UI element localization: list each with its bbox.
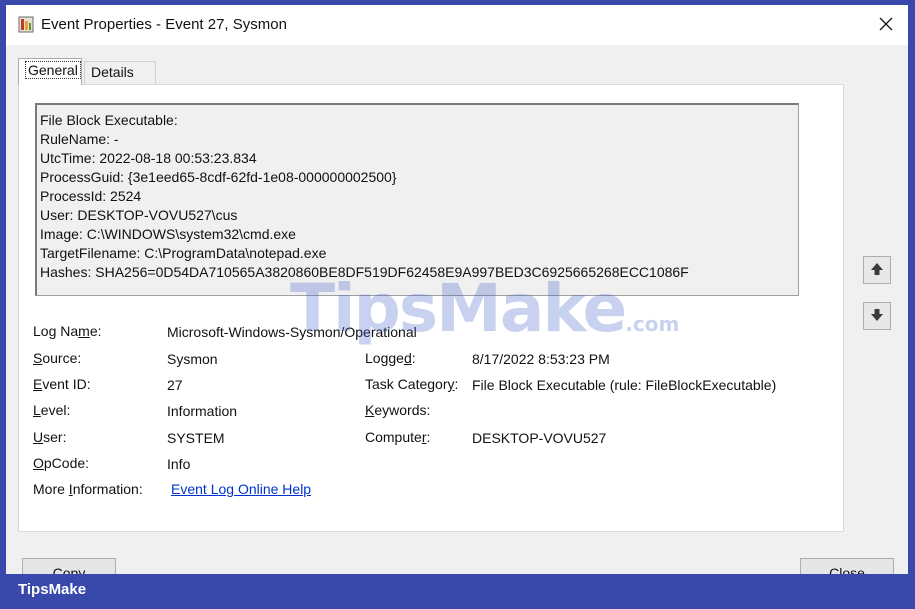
arrow-up-icon bbox=[869, 261, 885, 280]
description-line: ProcessId: 2524 bbox=[40, 188, 142, 204]
log-name-value: Microsoft-Windows-Sysmon/Operational bbox=[167, 324, 417, 340]
description-line: User: DESKTOP-VOVU527\cus bbox=[40, 207, 238, 223]
computer-value: DESKTOP-VOVU527 bbox=[472, 430, 607, 446]
user-label: User: bbox=[33, 429, 67, 445]
event-id-label: Event ID: bbox=[33, 376, 91, 392]
opcode-label: OpCode: bbox=[33, 455, 90, 471]
task-category-label: Task Category: bbox=[365, 376, 459, 392]
footer-brand: TipsMake bbox=[18, 581, 87, 598]
description-line: TargetFilename: C:\ProgramData\notepad.e… bbox=[40, 245, 327, 261]
description-line: UtcTime: 2022-08-18 00:53:23.834 bbox=[40, 150, 257, 166]
window-title: Event Properties - Event 27, Sysmon bbox=[41, 16, 287, 33]
next-event-button[interactable] bbox=[863, 302, 891, 330]
tab-general-label: General bbox=[25, 61, 81, 79]
event-id-value: 27 bbox=[167, 377, 183, 393]
opcode-value: Info bbox=[167, 456, 191, 472]
footer-bar: TipsMake bbox=[0, 574, 915, 609]
description-line: File Block Executable: bbox=[40, 112, 178, 128]
title-bar[interactable]: Event Properties - Event 27, Sysmon bbox=[6, 5, 908, 45]
level-value: Information bbox=[167, 403, 238, 419]
close-icon bbox=[879, 17, 893, 34]
event-description-box[interactable]: File Block Executable: RuleName: - UtcTi… bbox=[35, 103, 799, 296]
logged-value: 8/17/2022 8:53:23 PM bbox=[472, 351, 610, 367]
more-information-label: More Information: bbox=[33, 481, 143, 497]
keywords-label: Keywords: bbox=[365, 402, 431, 418]
task-category-value: File Block Executable (rule: FileBlockEx… bbox=[472, 377, 777, 393]
event-log-online-help-link[interactable]: Event Log Online Help bbox=[171, 481, 311, 497]
event-log-icon bbox=[18, 16, 34, 33]
description-line: Image: C:\WINDOWS\system32\cmd.exe bbox=[40, 226, 296, 242]
logged-label: Logged: bbox=[365, 350, 416, 366]
previous-event-button[interactable] bbox=[863, 256, 891, 284]
tab-details[interactable]: Details bbox=[84, 61, 156, 84]
tab-general[interactable]: General bbox=[18, 58, 82, 85]
log-name-label: Log Name: bbox=[33, 323, 102, 339]
description-line: RuleName: - bbox=[40, 131, 119, 147]
general-panel: File Block Executable: RuleName: - UtcTi… bbox=[18, 84, 844, 532]
arrow-down-icon bbox=[869, 307, 885, 326]
close-window-button[interactable] bbox=[864, 5, 908, 45]
tab-details-label: Details bbox=[91, 64, 134, 80]
user-value: SYSTEM bbox=[167, 430, 225, 446]
computer-label: Computer: bbox=[365, 429, 431, 445]
description-line: ProcessGuid: {3e1eed65-8cdf-62fd-1e08-00… bbox=[40, 169, 397, 185]
description-line: Hashes: SHA256=0D54DA710565A3820860BE8DF… bbox=[40, 264, 689, 280]
source-label: Source: bbox=[33, 350, 82, 366]
source-value: Sysmon bbox=[167, 351, 218, 367]
event-properties-window: Event Properties - Event 27, Sysmon Gene… bbox=[6, 5, 908, 585]
level-label: Level: bbox=[33, 402, 71, 418]
